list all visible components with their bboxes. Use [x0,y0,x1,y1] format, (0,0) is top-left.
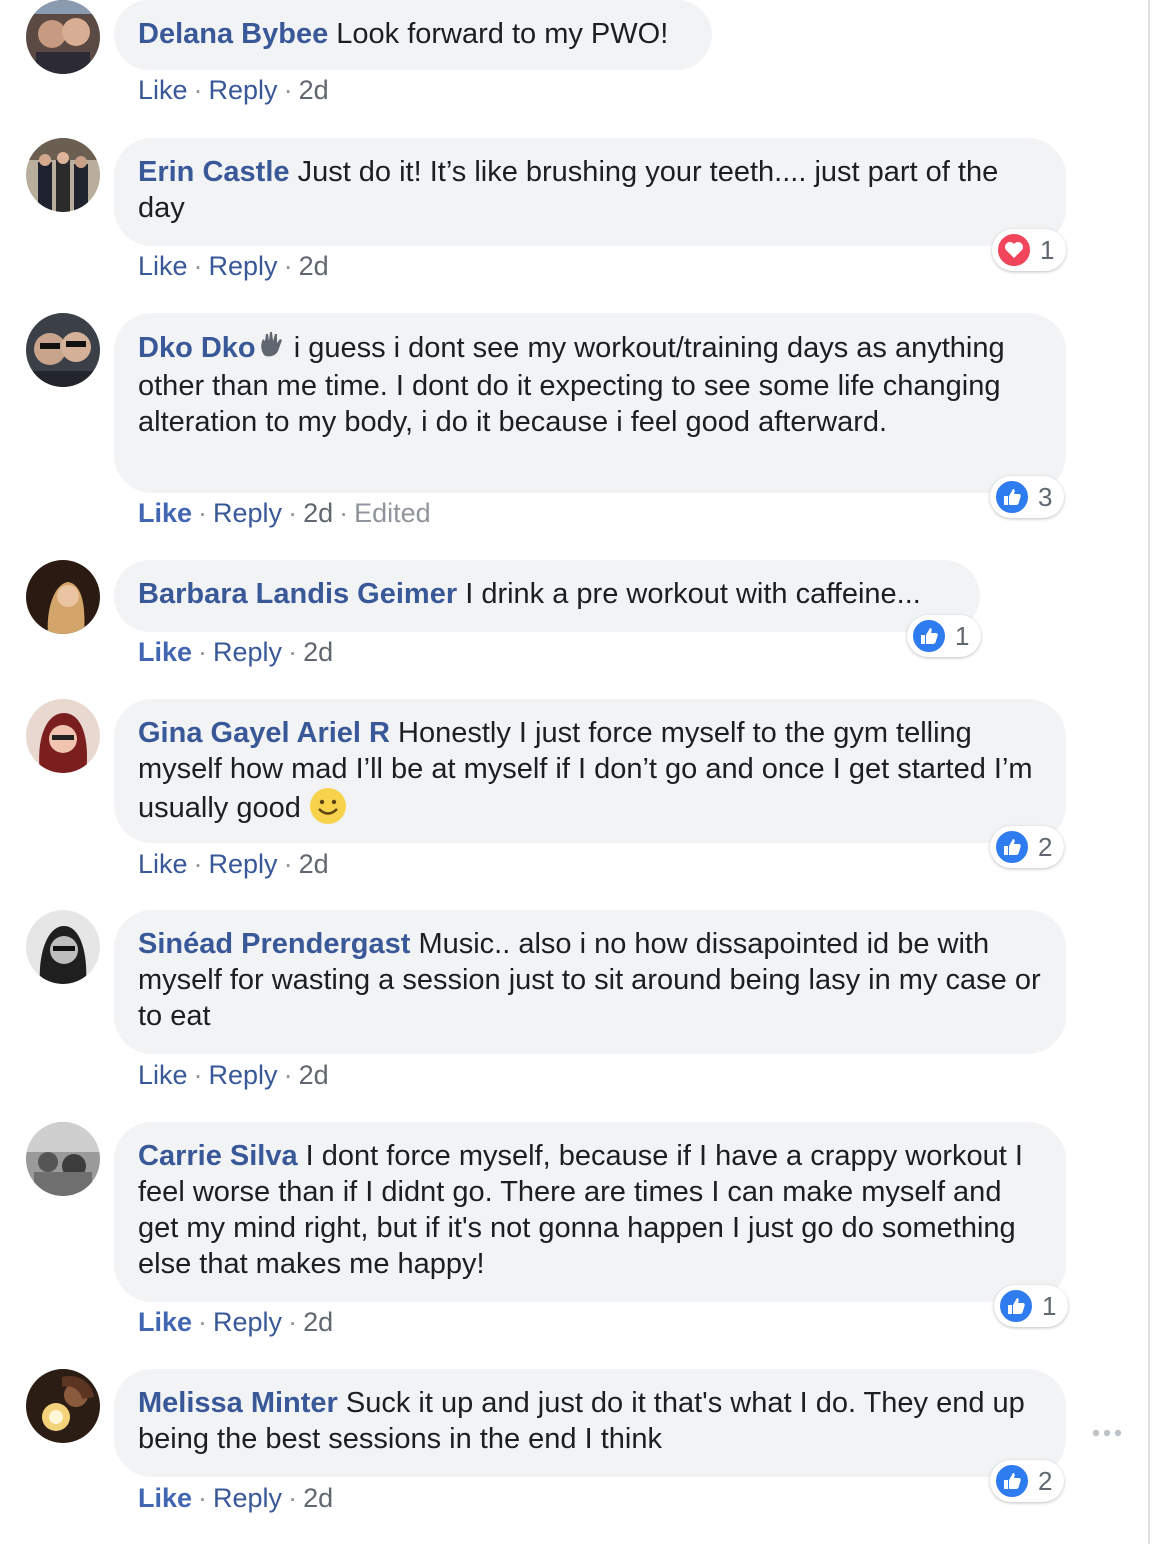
separator: · [283,251,293,281]
separator: · [288,1307,298,1337]
avatar[interactable] [26,560,100,634]
avatar[interactable] [26,699,100,773]
reply-link[interactable]: Reply [209,1060,278,1090]
comment-actions: Like · Reply · 2d [138,1482,333,1514]
reaction-count: 3 [1038,481,1053,512]
comment-bubble: Melissa Minter Suck it up and just do it… [114,1369,1066,1477]
like-link[interactable]: Like [138,1483,192,1513]
reaction-count: 1 [955,620,970,651]
comment-actions: Like · Reply · 2d [138,636,333,668]
reaction-badge[interactable]: 2 [990,826,1065,868]
page-divider [1148,0,1150,1544]
more-dots-icon[interactable] [1092,1414,1122,1445]
like-link[interactable]: Like [138,498,192,528]
reaction-badge[interactable]: 1 [907,615,982,657]
comment-author[interactable]: Erin Castle [138,156,290,188]
separator: · [193,251,203,281]
comment-time[interactable]: 2d [303,498,333,528]
separator: · [288,1483,298,1513]
comment-actions: Like · Reply · 2d [138,74,329,106]
comment-bubble: Sinéad Prendergast Music.. also i no how… [114,910,1066,1054]
comment-time[interactable]: 2d [299,849,329,879]
reaction-badge[interactable]: 2 [990,1460,1065,1502]
comment-actions: Like · Reply · 2d [138,848,329,880]
like-link[interactable]: Like [138,75,188,105]
comment-actions: Like · Reply · 2d [138,1059,329,1091]
avatar[interactable] [26,1369,100,1443]
thumbs-up-icon [994,479,1030,515]
comment-author[interactable]: Gina Gayel Ariel R [138,717,390,749]
separator: · [198,498,208,528]
comment-actions: Like · Reply · 2d [138,1306,333,1338]
separator: · [198,1483,208,1513]
comment-time[interactable]: 2d [303,637,333,667]
comment-author[interactable]: Melissa Minter [138,1387,338,1419]
comment-bubble: Erin Castle Just do it! It’s like brushi… [114,138,1066,246]
reaction-badge[interactable]: 1 [992,229,1067,271]
edited-label[interactable]: Edited [354,498,431,528]
separator: · [288,498,298,528]
comment-actions: Like · Reply · 2d · Edited [138,497,431,529]
separator: · [193,849,203,879]
reaction-badge[interactable]: 3 [990,476,1065,518]
thumbs-up-icon [998,1288,1034,1324]
comment-time[interactable]: 2d [299,251,329,281]
comment-bubble: Carrie Silva I dont force myself, becaus… [114,1122,1066,1302]
comment-author[interactable]: Barbara Landis Geimer [138,578,457,610]
comment-time[interactable]: 2d [303,1483,333,1513]
reply-link[interactable]: Reply [209,251,278,281]
comment-bubble: Dko Dko i guess i dont see my workout/tr… [114,313,1066,493]
like-link[interactable]: Like [138,849,188,879]
separator: · [283,1060,293,1090]
comment-bubble: Barbara Landis Geimer I drink a pre work… [114,560,980,632]
avatar[interactable] [26,1122,100,1196]
reply-link[interactable]: Reply [209,849,278,879]
thumbs-up-icon [911,618,947,654]
comment-bubble: Gina Gayel Ariel R Honestly I just force… [114,699,1066,843]
comment-time[interactable]: 2d [299,1060,329,1090]
comment-time[interactable]: 2d [299,75,329,105]
separator: · [283,849,293,879]
comment-time[interactable]: 2d [303,1307,333,1337]
reaction-count: 2 [1038,831,1053,862]
comment-author[interactable]: Carrie Silva [138,1140,298,1172]
reaction-count: 1 [1042,1290,1057,1321]
heart-icon [996,232,1032,268]
comment-author[interactable]: Sinéad Prendergast [138,928,410,960]
separator: · [193,1060,203,1090]
like-link[interactable]: Like [138,251,188,281]
comment-text: I drink a pre workout with caffeine... [465,578,921,610]
like-link[interactable]: Like [138,1060,188,1090]
reply-link[interactable]: Reply [213,1483,282,1513]
comment-bubble: Delana Bybee Look forward to my PWO! [114,0,712,70]
separator: · [283,75,293,105]
thumbs-up-icon [994,829,1030,865]
comment-text: Look forward to my PWO! [336,18,669,50]
separator: · [193,75,203,105]
like-link[interactable]: Like [138,1307,192,1337]
waving-hand-icon [256,329,286,368]
reply-link[interactable]: Reply [213,1307,282,1337]
reaction-count: 2 [1038,1465,1053,1496]
reply-link[interactable]: Reply [209,75,278,105]
reaction-count: 1 [1040,234,1055,265]
separator: · [339,498,349,528]
comment-actions: Like · Reply · 2d [138,250,329,282]
avatar[interactable] [26,138,100,212]
thumbs-up-icon [994,1463,1030,1499]
separator: · [198,1307,208,1337]
reply-link[interactable]: Reply [213,498,282,528]
smiley-emoji-icon [309,787,347,834]
comment-author[interactable]: Dko Dko [138,332,256,364]
avatar[interactable] [26,0,100,74]
separator: · [198,637,208,667]
avatar[interactable] [26,313,100,387]
reply-link[interactable]: Reply [213,637,282,667]
avatar[interactable] [26,910,100,984]
reaction-badge[interactable]: 1 [994,1285,1069,1327]
separator: · [288,637,298,667]
like-link[interactable]: Like [138,637,192,667]
comment-author[interactable]: Delana Bybee [138,18,328,50]
